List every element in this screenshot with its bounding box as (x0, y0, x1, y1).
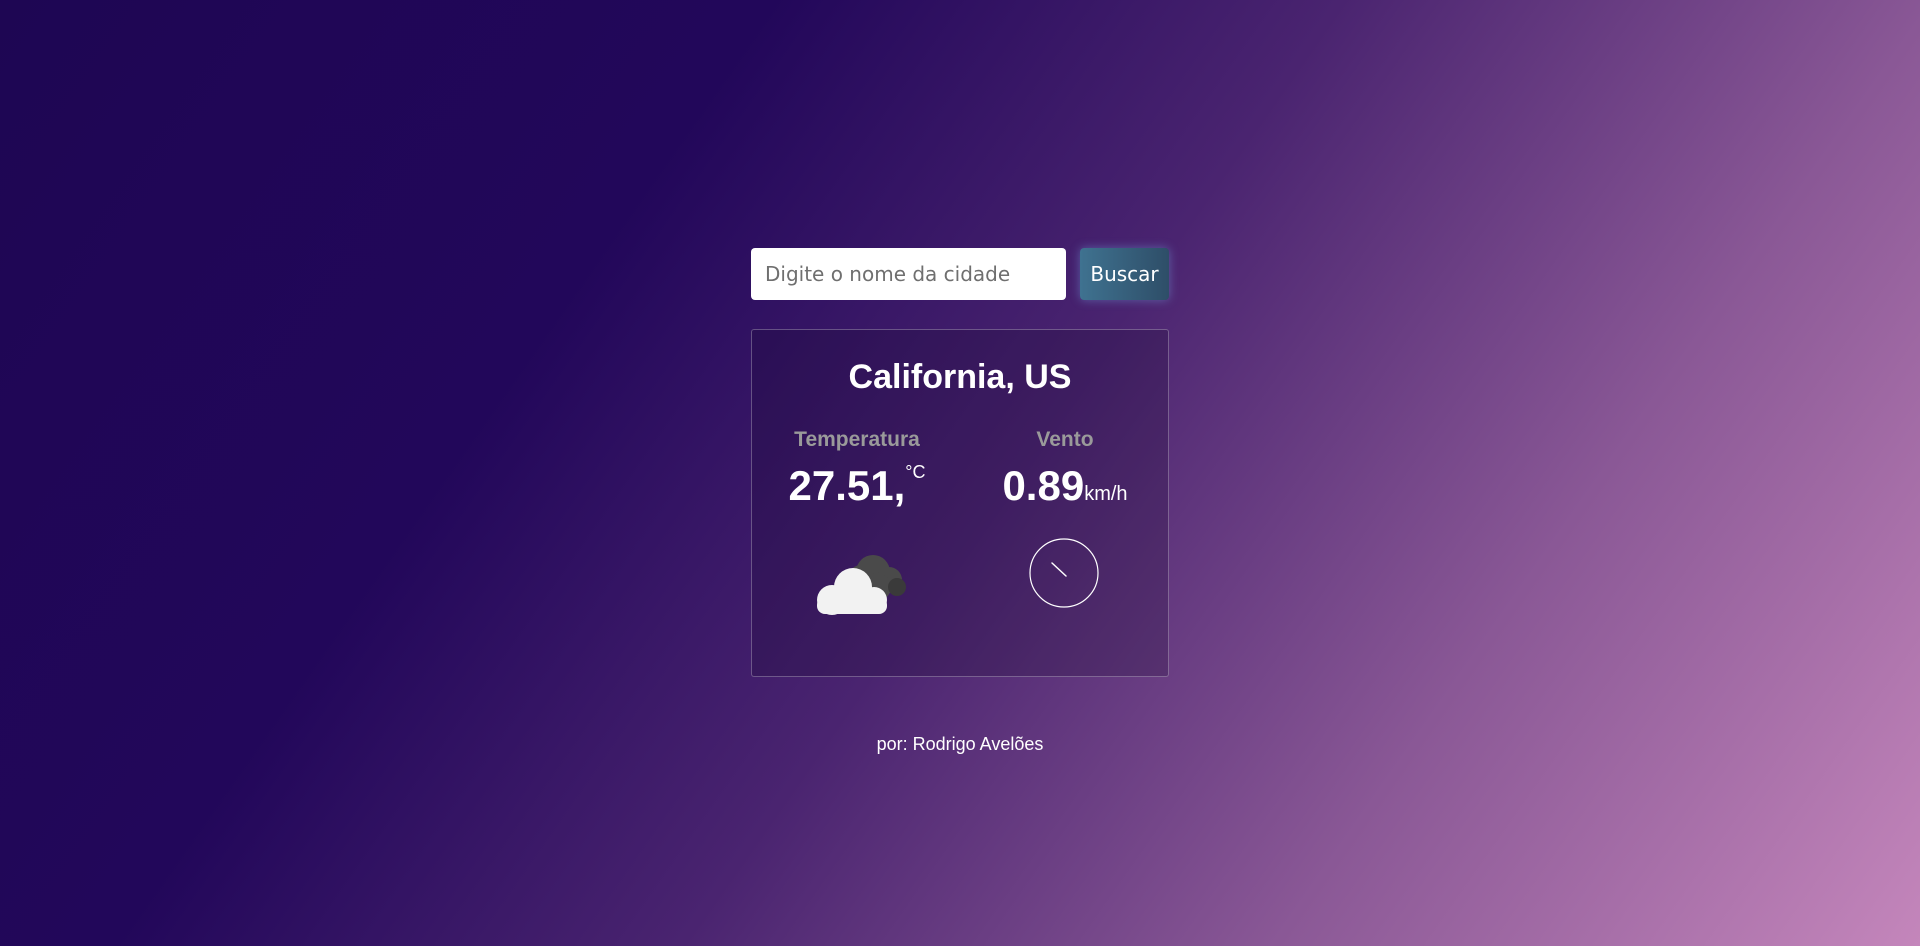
temperature-value-row: 27.51,°C (757, 462, 957, 510)
page: { "search": { "placeholder": "Digite o n… (0, 0, 1920, 946)
city-search-input[interactable] (751, 248, 1066, 300)
temperature-unit: °C (905, 462, 926, 482)
wind-direction-icon (1029, 538, 1099, 608)
city-name: California, US (848, 358, 1072, 396)
footer-credit: por: Rodrigo Avelões (876, 734, 1044, 754)
temperature-label: Temperatura (794, 428, 920, 451)
wind-unit: km/h (1084, 483, 1128, 505)
wind-value-row: 0.89km/h (965, 462, 1165, 510)
cloud-icon (817, 555, 906, 615)
wind-label: Vento (1036, 428, 1094, 451)
temperature-block: Temperatura 27.51,°C (757, 428, 957, 510)
temperature-value: 27.51, (788, 462, 906, 509)
search-bar: Buscar (751, 248, 1169, 300)
wind-value: 0.89 (1002, 462, 1085, 509)
weather-card: California, US Temperatura 27.51,°C Vent… (751, 329, 1169, 677)
search-button[interactable]: Buscar (1080, 248, 1169, 300)
wind-block: Vento 0.89km/h (965, 428, 1165, 510)
